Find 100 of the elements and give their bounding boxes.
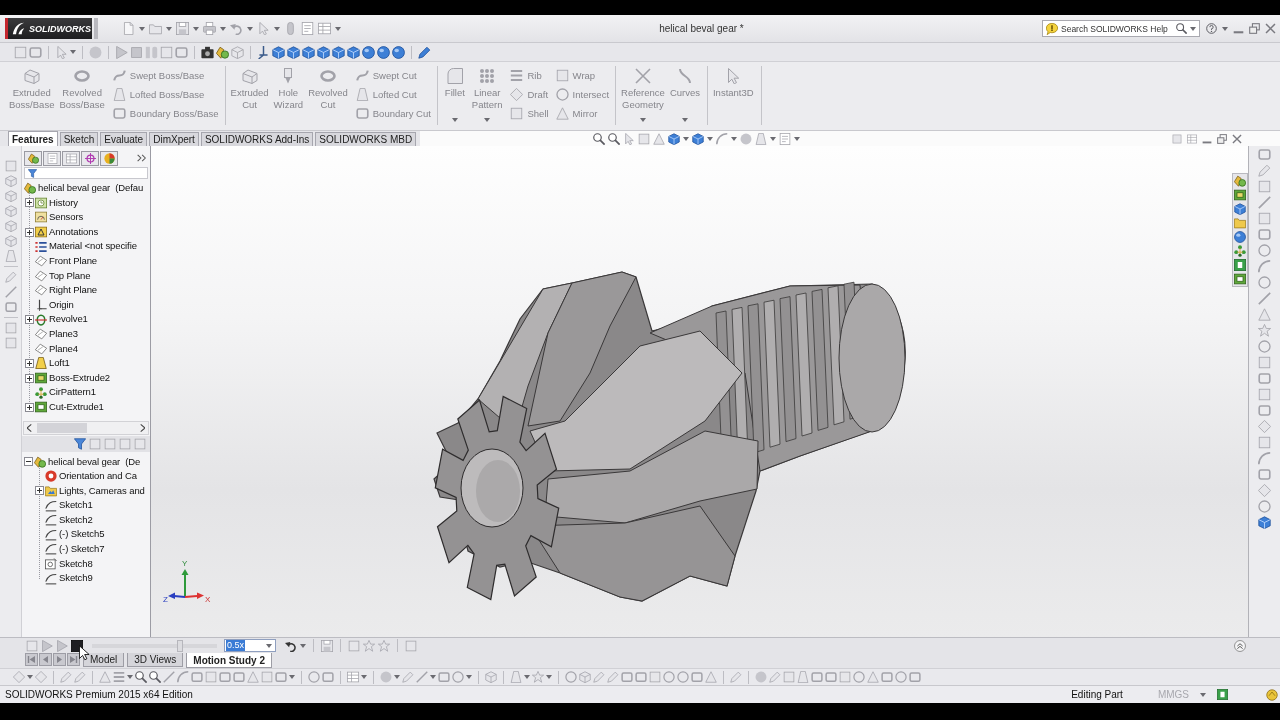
- tree-item[interactable]: Annotations: [35, 224, 99, 240]
- ribbon-tab[interactable]: DimXpert: [149, 132, 199, 146]
- frame-icon[interactable]: [275, 671, 287, 683]
- line-icon[interactable]: [416, 671, 428, 683]
- cube-icon[interactable]: [668, 132, 680, 145]
- plus-box-icon[interactable]: [25, 198, 34, 208]
- caret-icon[interactable]: [1200, 692, 1206, 697]
- circle-icon[interactable]: [1258, 244, 1271, 257]
- sheet-icon[interactable]: [779, 132, 791, 145]
- cube-outline-icon[interactable]: [485, 671, 497, 683]
- frame-icon[interactable]: [825, 671, 837, 683]
- bars-icon[interactable]: [113, 671, 125, 683]
- frame-icon[interactable]: [621, 671, 633, 683]
- cube-outline-icon[interactable]: [4, 235, 17, 247]
- caret-icon[interactable]: [27, 675, 33, 679]
- square-icon[interactable]: [1258, 212, 1271, 225]
- plus-box-icon[interactable]: [25, 373, 34, 383]
- block-icon[interactable]: [1234, 189, 1246, 201]
- plus-box-icon[interactable]: [25, 227, 34, 237]
- frame-icon[interactable]: [1258, 228, 1271, 241]
- circle-icon[interactable]: [1258, 276, 1271, 289]
- square-icon[interactable]: [1258, 356, 1271, 369]
- circle-pattern-icon[interactable]: [1234, 245, 1246, 257]
- search-icon[interactable]: [1176, 23, 1187, 34]
- circle-icon[interactable]: [677, 671, 689, 683]
- tree-item[interactable]: Top Plane: [35, 268, 91, 284]
- frame-icon[interactable]: [4, 301, 17, 313]
- square-icon[interactable]: [14, 45, 27, 59]
- plus-box-icon[interactable]: [25, 315, 34, 325]
- search-icon[interactable]: [135, 671, 147, 683]
- square-icon[interactable]: [4, 160, 17, 172]
- diamond-icon[interactable]: [1258, 484, 1271, 497]
- sheet-icon[interactable]: [301, 22, 314, 35]
- square-icon[interactable]: [783, 671, 795, 683]
- printer-icon[interactable]: [203, 22, 216, 35]
- square-icon[interactable]: [1172, 133, 1182, 144]
- plus-box-icon[interactable]: [25, 358, 34, 368]
- cube-outline-icon[interactable]: [4, 205, 17, 217]
- cube-icon[interactable]: [272, 45, 285, 59]
- square-icon[interactable]: [1258, 388, 1271, 401]
- tree-item[interactable]: Orientation and Ca: [45, 469, 137, 484]
- square-icon[interactable]: [1258, 436, 1271, 449]
- tree-item[interactable]: Plane3: [35, 326, 78, 342]
- cube-icon[interactable]: [317, 45, 330, 59]
- panel-tab[interactable]: [62, 150, 80, 166]
- axis-icon[interactable]: [257, 45, 270, 59]
- play-icon[interactable]: [115, 45, 128, 59]
- caret-icon[interactable]: [300, 643, 306, 648]
- ribbon-tab[interactable]: Sketch: [59, 132, 99, 146]
- cut-block-icon[interactable]: [1234, 273, 1246, 285]
- circle-icon[interactable]: [565, 671, 577, 683]
- bottom-tab[interactable]: Model: [83, 653, 125, 667]
- cube-icon[interactable]: [332, 45, 345, 59]
- square-icon[interactable]: [839, 671, 851, 683]
- tree-item[interactable]: helical beval gear (Defau: [24, 181, 144, 196]
- square-icon[interactable]: [104, 437, 116, 450]
- cube-icon[interactable]: [692, 132, 704, 145]
- line-icon[interactable]: [4, 286, 17, 298]
- bottom-tab[interactable]: Motion Study 2: [186, 653, 272, 668]
- page-icon[interactable]: [122, 22, 135, 35]
- cube-outline-icon[interactable]: [231, 45, 244, 59]
- pause-icon[interactable]: [145, 45, 158, 59]
- scroll-right-icon[interactable]: [140, 423, 145, 432]
- tree-item[interactable]: Sketch9: [45, 571, 93, 586]
- tree-item[interactable]: helical beval gear (De: [34, 454, 141, 470]
- pencil-icon[interactable]: [4, 271, 17, 283]
- parts-icon[interactable]: [1234, 175, 1246, 187]
- slider-thumb[interactable]: [176, 639, 183, 652]
- square-icon[interactable]: [1258, 180, 1271, 193]
- caret-icon[interactable]: [707, 136, 713, 141]
- ribbon-tab[interactable]: Features: [8, 131, 58, 146]
- frame-icon[interactable]: [635, 671, 647, 683]
- tree-item[interactable]: (-) Sketch5: [45, 527, 105, 543]
- tree-item[interactable]: Sketch1: [45, 498, 93, 513]
- square-tile-icon[interactable]: [1234, 259, 1246, 271]
- caret-icon[interactable]: [546, 675, 552, 679]
- star-icon[interactable]: [363, 639, 375, 652]
- triangle-icon[interactable]: [99, 671, 111, 683]
- triangle-icon[interactable]: [247, 671, 259, 683]
- skip-back-icon[interactable]: [25, 653, 38, 666]
- circle-icon[interactable]: [853, 671, 865, 683]
- tree-item[interactable]: Lights, Cameras and: [45, 483, 145, 499]
- circle-icon[interactable]: [308, 671, 320, 683]
- square-icon[interactable]: [638, 132, 650, 145]
- circle-icon[interactable]: [1258, 340, 1271, 353]
- panel-tab[interactable]: [43, 150, 61, 166]
- cube-outline-icon[interactable]: [4, 190, 17, 202]
- frame-icon[interactable]: [438, 671, 450, 683]
- square-icon[interactable]: [405, 639, 417, 652]
- plus-box-icon[interactable]: [25, 402, 34, 412]
- tree-item[interactable]: Plane4: [35, 341, 78, 357]
- frame-icon[interactable]: [1258, 404, 1271, 417]
- cube-outline-icon[interactable]: [4, 175, 17, 187]
- camera-icon[interactable]: [201, 45, 214, 59]
- cube-icon[interactable]: [1234, 203, 1246, 215]
- ribbon-tab[interactable]: SOLIDWORKS MBD: [315, 132, 417, 146]
- caret-icon[interactable]: [220, 26, 226, 31]
- tree-item[interactable]: Origin: [35, 297, 74, 313]
- pointer-icon[interactable]: [257, 22, 270, 35]
- line-icon[interactable]: [1258, 292, 1271, 305]
